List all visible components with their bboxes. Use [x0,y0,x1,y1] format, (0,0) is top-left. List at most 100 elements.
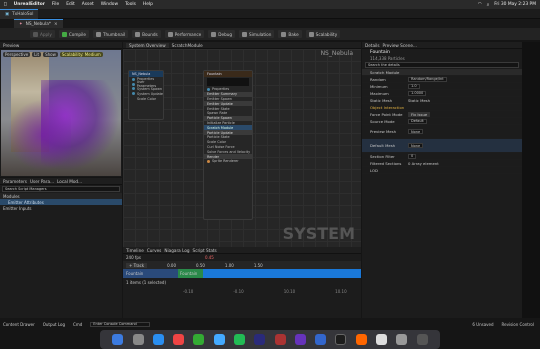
menu-tools[interactable]: Tools [125,2,136,7]
row-section-filter[interactable]: Section Filter 0 [362,153,522,160]
track-bar-label[interactable]: Fountain [178,269,203,278]
tab-timeline[interactable]: Timeline [126,248,144,253]
launchpad-icon[interactable] [132,334,144,345]
row-value[interactable]: 1.0000 [408,90,427,96]
row-scratch[interactable]: Scratch Module [362,69,522,76]
chrome-icon[interactable] [173,334,185,345]
scalability-button[interactable]: Scalability [305,30,341,38]
preview-viewport[interactable]: Perspective Lit Show Scalability: Medium [1,50,121,176]
tab-local-modules[interactable]: Local Mod... [57,179,82,184]
row-preview-mesh[interactable]: Preview Mesh None [362,125,522,139]
simulation-button[interactable]: Simulation [239,30,275,38]
apply-button[interactable]: Apply [30,30,55,38]
row-lod[interactable]: LOD [362,167,522,174]
badge-perspective[interactable]: Perspective [3,52,31,57]
fps-label[interactable]: 240 fps [126,255,141,260]
range-view-start[interactable]: -0.10 [233,289,243,294]
revision-control-button[interactable]: Revision Control [502,322,534,327]
output-log-button[interactable]: Output Log [43,322,65,327]
notes-icon[interactable] [375,334,387,345]
emit-row-sprite[interactable]: Sprite Renderer [204,159,252,164]
tab-details[interactable]: Details [365,43,380,48]
row-object-interaction[interactable]: Object Interaction [362,104,522,111]
menu-edit[interactable]: Edit [66,2,75,7]
thumbnail-button[interactable]: Thumbnail [92,30,129,38]
tab-level[interactable]: ▣ TxHaloSol [0,8,39,19]
tab-niagara-log[interactable]: Niagara Log [164,248,189,253]
param-row[interactable]: Emitter Inputs [0,205,122,211]
range-end[interactable]: 10.10 [335,289,346,294]
row-default-mesh[interactable]: Default Mesh None [362,139,522,153]
cmd-dropdown[interactable]: Cmd [73,322,82,327]
badge-scalability[interactable]: Scalability: Medium [59,52,103,57]
mail-icon[interactable] [213,334,225,345]
row-value[interactable]: None [408,129,424,134]
finder-icon[interactable] [112,334,124,345]
range-view-end[interactable]: 10.10 [284,289,295,294]
details-search-input[interactable]: Search the details [365,62,519,68]
debug-button[interactable]: Debug [208,30,236,38]
compile-button[interactable]: Compile [58,30,89,38]
unsaved-button[interactable]: 6 Unsaved [472,322,493,327]
sys-row-scale-color[interactable]: Scale Color [129,96,163,101]
photoshop-icon[interactable] [315,334,327,345]
system-node[interactable]: NS_Nebula Properties User Parameters Sys… [128,70,164,120]
messages-icon[interactable] [193,334,205,345]
tab-script-stats[interactable]: Script Stats [193,248,217,253]
graph-canvas[interactable]: NS_Nebula SYSTEM NS_Nebula Properties Us… [123,49,361,247]
safari-icon[interactable] [152,334,164,345]
app-menu[interactable]: UnrealEditor [14,2,45,7]
menu-help[interactable]: Help [143,2,153,7]
tab-scratch-module[interactable]: ScratchModule [172,43,203,48]
blender-icon[interactable] [355,334,367,345]
add-track-button[interactable]: + Track [126,262,148,268]
row-static-mesh[interactable]: Static Mesh Static Mesh [362,97,522,104]
row-value[interactable]: Random/Range/Int [408,76,447,82]
row-source-mode[interactable]: Source Mode Default [362,118,522,125]
row-value[interactable]: Default [408,118,427,124]
badge-show[interactable]: Show [43,52,58,57]
bake-button[interactable]: Bake [278,30,302,38]
settings-icon[interactable] [396,334,408,345]
row-maximum[interactable]: Maximum 1.0000 [362,90,522,97]
clock[interactable]: Fri 30 May 2:23 PM [494,2,536,7]
row-value[interactable]: None [408,143,424,148]
track-bar[interactable] [203,269,361,278]
row-value[interactable]: 1.0 [408,83,420,89]
bounds-button[interactable]: Bounds [132,30,161,38]
apple-icon[interactable]:  [4,2,7,7]
range-start[interactable]: -0.10 [183,289,193,294]
row-force-point[interactable]: Force Point Mode Fix Issue [362,111,522,118]
param-search-input[interactable]: Search Script Managers [2,186,120,192]
track-label[interactable]: Fountain [123,269,178,278]
tab-asset[interactable]: ✦ NS_Nebula* × [14,19,63,28]
tab-parameters[interactable]: Parameters [3,179,27,184]
row-random[interactable]: Random Random/Range/Int [362,76,522,83]
menu-asset[interactable]: Asset [82,2,94,7]
illustrator-icon[interactable] [274,334,286,345]
badge-lit[interactable]: Lit [32,52,42,57]
premiere-icon[interactable] [294,334,306,345]
emit-row-solve[interactable]: Solve Forces and Velocity [204,149,252,154]
row-value[interactable]: 0 [408,153,417,159]
menu-window[interactable]: Window [101,2,118,7]
console-input[interactable]: Enter Console Command [90,321,151,327]
performance-button[interactable]: Performance [164,30,205,38]
tab-user-params[interactable]: User Para... [30,179,54,184]
emitter-node[interactable]: Fountain Properties Emitter Summary Emit… [203,70,253,220]
tab-preview-scene[interactable]: Preview Scene... [383,43,417,48]
xcode-icon[interactable] [254,334,266,345]
close-icon[interactable]: × [54,22,58,27]
unreal-icon[interactable] [335,334,347,345]
wifi-icon[interactable]: ◠ [478,2,482,7]
fix-issue-button[interactable]: Fix Issue [408,111,431,117]
search-icon[interactable]: ⌕ [487,2,489,8]
menu-file[interactable]: File [52,2,59,7]
tab-curves[interactable]: Curves [147,248,162,253]
row-filtered-sections[interactable]: Filtered Sections 0 Array element [362,160,522,167]
row-minimum[interactable]: Minimum 1.0 [362,83,522,90]
content-drawer-button[interactable]: Content Drawer [3,322,35,327]
trash-icon[interactable] [416,334,428,345]
maps-icon[interactable] [233,334,245,345]
tab-system-overview[interactable]: System Overview [126,42,169,48]
